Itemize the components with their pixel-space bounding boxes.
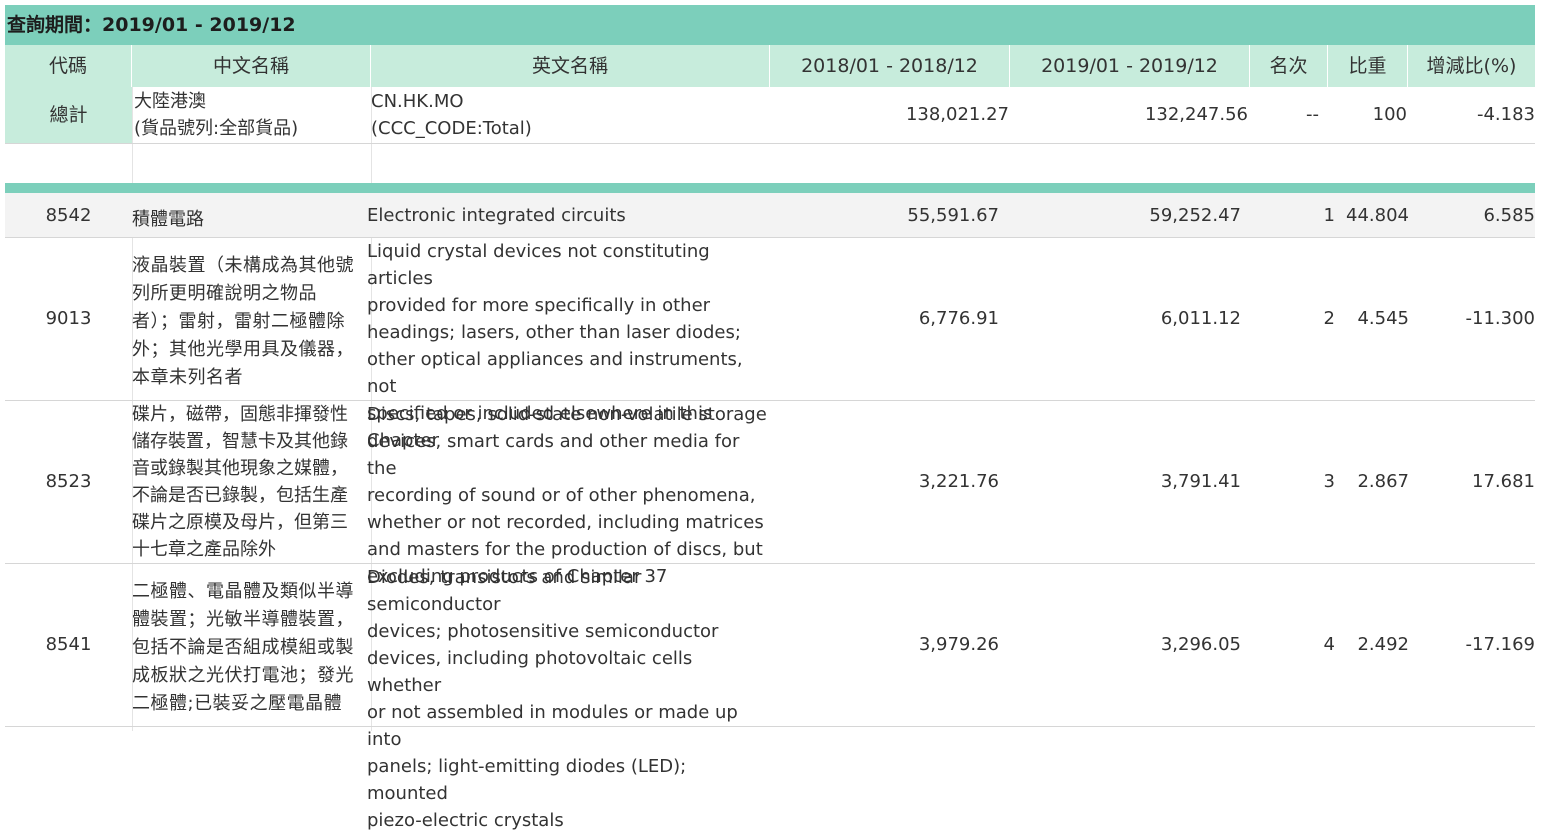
query-period-title: 查詢期間：2019/01 - 2019/12	[5, 5, 1535, 45]
total-en-line2: (CCC_CODE:Total)	[371, 118, 532, 139]
header-zh-name: 中文名稱	[132, 45, 371, 87]
row-en-line: Diodes, transistors and similar semicond…	[367, 567, 642, 615]
header-code: 代碼	[5, 45, 132, 87]
row-change: 6.585	[1483, 205, 1535, 226]
row-rank: 1	[1323, 205, 1335, 226]
row-en-line: Discs, tapes, solid-state non-volatile s…	[367, 404, 767, 425]
row-zh-line: 液晶裝置（未構成為其他號	[132, 255, 354, 276]
row-zh-line: 二極體、電晶體及類似半導	[132, 581, 354, 602]
row-share: 4.545	[1357, 308, 1409, 329]
row-value-2018: 55,591.67	[907, 205, 999, 226]
total-value-2019: 132,247.56	[1144, 104, 1248, 125]
row-zh-line: 者）；雷射，雷射二極體除	[132, 311, 345, 332]
row-en-line: recording of sound or of other phenomena…	[367, 485, 756, 506]
row-share: 2.867	[1357, 471, 1409, 492]
row-zh-line: 十七章之產品除外	[132, 539, 276, 560]
row-en-line: Liquid crystal devices not constituting …	[367, 241, 710, 289]
total-en-name: CN.HK.MO (CCC_CODE:Total)	[371, 88, 770, 142]
row-en-name: Electronic integrated circuits	[367, 205, 626, 226]
row-change: 17.681	[1472, 471, 1535, 492]
header-share: 比重	[1328, 45, 1408, 87]
total-zh-line1: 大陸港澳	[134, 91, 206, 112]
row-en-name: Diodes, transistors and similar semicond…	[367, 564, 770, 834]
row-en-line: devices; photosensitive semiconductor	[367, 621, 719, 642]
row-value-2019: 3,296.05	[1160, 634, 1241, 655]
row-value-2019: 3,791.41	[1160, 471, 1241, 492]
row-change: -17.169	[1465, 634, 1535, 655]
header-period-2018: 2018/01 - 2018/12	[770, 45, 1010, 87]
row-divider	[5, 143, 1535, 144]
results-table: 查詢期間：2019/01 - 2019/12 代碼 中文名稱 英文名稱 2018…	[5, 0, 1535, 831]
total-change: -4.183	[1476, 104, 1535, 125]
row-zh-line: 儲存裝置，智慧卡及其他錄	[132, 431, 348, 452]
header-change: 增減比(%)	[1408, 45, 1535, 87]
row-zh-line: 體裝置；光敏半導體裝置，	[132, 609, 354, 630]
row-code: 8542	[45, 205, 92, 226]
row-code: 9013	[45, 308, 92, 329]
row-zh-line: 包括不論是否組成模組或製	[132, 637, 354, 658]
total-code: 總計	[5, 87, 132, 143]
row-zh-line: 列所更明確說明之物品	[132, 283, 317, 304]
header-period-2019: 2019/01 - 2019/12	[1010, 45, 1250, 87]
row-zh-name: 積體電路	[132, 209, 204, 230]
row-rank: 4	[1323, 634, 1335, 655]
row-en-line: whether or not recorded, including matri…	[367, 512, 764, 533]
total-value-2018: 138,021.27	[905, 104, 1009, 125]
row-en-line: panels; light-emitting diodes (LED); mou…	[367, 756, 687, 804]
row-en-name: Discs, tapes, solid-state non-volatile s…	[367, 401, 770, 590]
total-en-line1: CN.HK.MO	[371, 91, 464, 112]
row-value-2018: 6,776.91	[918, 308, 999, 329]
row-en-line: piezo-electric crystals	[367, 810, 564, 831]
row-divider	[5, 563, 1535, 564]
row-en-line: other optical appliances and instruments…	[367, 349, 743, 397]
total-share: 100	[1372, 104, 1407, 125]
row-en-line: devices, including photovoltaic cells wh…	[367, 648, 693, 696]
section-separator	[5, 183, 1535, 193]
row-en-line: devices, smart cards and other media for…	[367, 431, 740, 479]
row-zh-line: 不論是否已錄製，包括生產	[132, 485, 348, 506]
row-zh-name: 碟片，磁帶，固態非揮發性 儲存裝置，智慧卡及其他錄 音或錄製其他現象之媒體， 不…	[132, 401, 371, 563]
row-rank: 2	[1323, 308, 1335, 329]
total-zh-name: 大陸港澳 (貨品號列:全部貨品)	[134, 88, 370, 142]
row-share: 2.492	[1357, 634, 1409, 655]
row-en-line: provided for more specifically in other	[367, 295, 711, 316]
row-value-2018: 3,979.26	[918, 634, 999, 655]
row-zh-line: 本章未列名者	[132, 367, 243, 388]
row-en-line: and masters for the production of discs,…	[367, 539, 763, 560]
row-en-line: headings; lasers, other than laser diode…	[367, 322, 741, 343]
row-rank: 3	[1323, 471, 1335, 492]
row-zh-line: 碟片之原模及母片，但第三	[132, 512, 348, 533]
row-value-2018: 3,221.76	[918, 471, 999, 492]
row-value-2019: 59,252.47	[1149, 205, 1241, 226]
row-divider	[5, 726, 1535, 727]
row-share: 44.804	[1346, 205, 1409, 226]
row-zh-line: 成板狀之光伏打電池；發光	[132, 665, 354, 686]
row-value-2019: 6,011.12	[1160, 308, 1241, 329]
row-divider	[5, 237, 1535, 238]
row-change: -11.300	[1465, 308, 1535, 329]
header-en-name: 英文名稱	[371, 45, 770, 87]
row-zh-line: 音或錄製其他現象之媒體，	[132, 458, 348, 479]
total-zh-line2: (貨品號列:全部貨品)	[134, 118, 299, 139]
row-zh-line: 外；其他光學用具及儀器，	[132, 339, 354, 360]
row-zh-name: 二極體、電晶體及類似半導 體裝置；光敏半導體裝置， 包括不論是否組成模組或製 成…	[132, 578, 371, 718]
row-code: 8523	[45, 471, 92, 492]
total-rank: --	[1306, 104, 1319, 125]
row-zh-name: 液晶裝置（未構成為其他號 列所更明確說明之物品 者）；雷射，雷射二極體除 外；其…	[132, 252, 371, 392]
row-code: 8541	[45, 634, 92, 655]
row-zh-line: 碟片，磁帶，固態非揮發性	[132, 404, 348, 425]
row-zh-line: 二極體;已裝妥之壓電晶體	[132, 693, 343, 714]
header-rank: 名次	[1250, 45, 1328, 87]
